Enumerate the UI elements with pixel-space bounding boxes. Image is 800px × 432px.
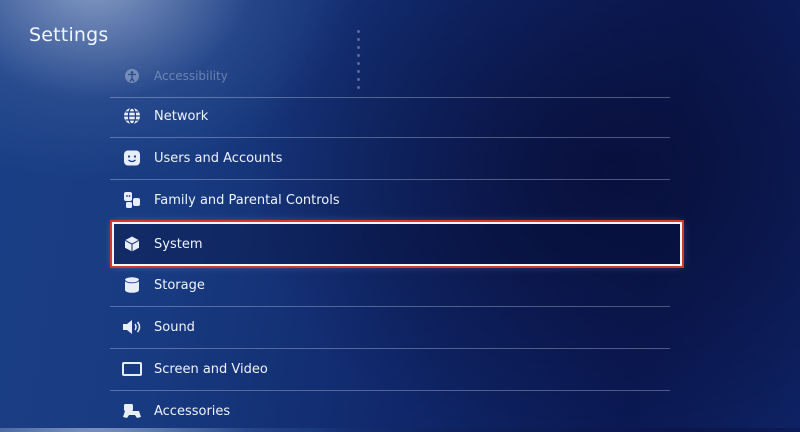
menu-item-label: Screen and Video — [154, 361, 268, 377]
menu-item-label: Storage — [154, 277, 205, 293]
user-face-icon — [122, 148, 142, 168]
family-icon — [122, 190, 142, 210]
controller-icon — [122, 401, 142, 421]
menu-item-label: Accessories — [154, 403, 231, 419]
menu-item-network[interactable]: Network — [110, 95, 670, 138]
menu-item-screen-and-video[interactable]: Screen and Video — [110, 348, 670, 391]
cube-icon — [122, 234, 142, 254]
menu-item-family-and-parental-controls[interactable]: Family and Parental Controls — [110, 179, 670, 222]
globe-icon — [122, 106, 142, 126]
menu-item-label: Accessibility — [154, 69, 228, 83]
menu-item-accessories[interactable]: Accessories — [110, 390, 670, 432]
menu-item-label: Sound — [154, 319, 195, 335]
menu-item-label: Network — [154, 108, 209, 124]
monitor-icon — [122, 359, 142, 379]
menu-item-label: Family and Parental Controls — [154, 192, 340, 208]
menu-item-users-and-accounts[interactable]: Users and Accounts — [110, 137, 670, 180]
speaker-icon — [122, 317, 142, 337]
database-icon — [122, 275, 142, 295]
menu-item-label: Users and Accounts — [154, 150, 283, 166]
menu-item-storage[interactable]: Storage — [110, 264, 670, 307]
menu-item-system[interactable]: System — [112, 222, 682, 266]
menu-item-label: System — [154, 236, 203, 252]
menu-item-sound[interactable]: Sound — [110, 306, 670, 349]
menu-item-accessibility[interactable]: Accessibility — [110, 55, 670, 98]
page-title: Settings — [29, 24, 109, 46]
accessibility-icon — [122, 66, 142, 86]
